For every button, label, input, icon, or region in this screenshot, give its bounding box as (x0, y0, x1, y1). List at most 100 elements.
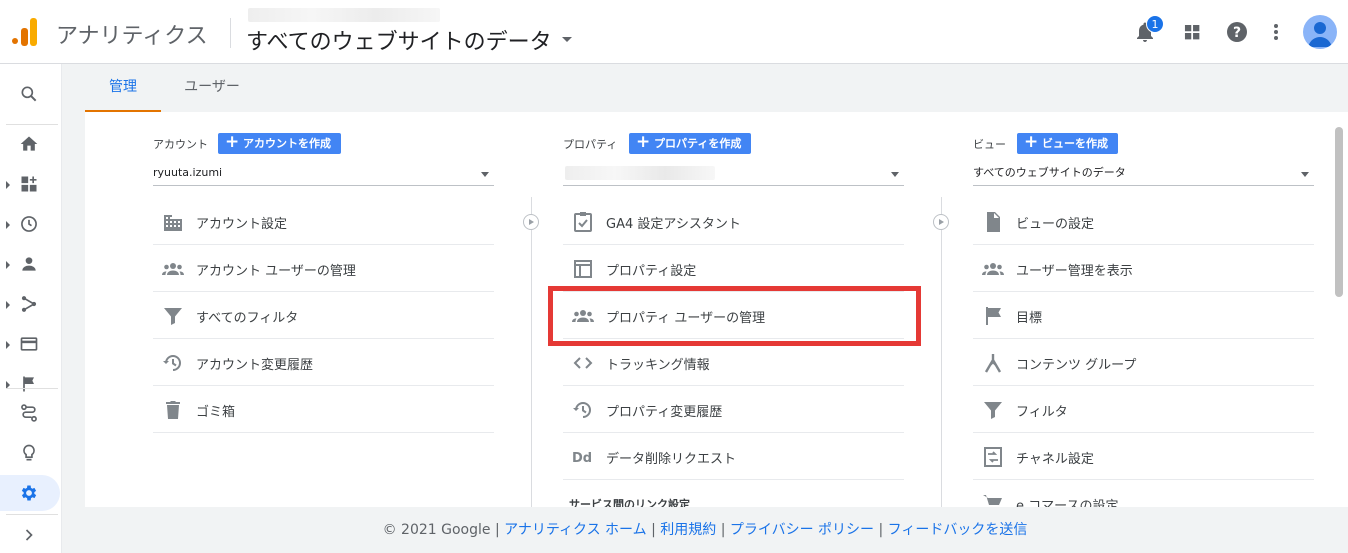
admin-tabs: 管理 ユーザー (62, 64, 1348, 112)
section-title-product-links: サービス間のリンク設定 (569, 498, 690, 507)
menu-item-label: フィルタ (1016, 405, 1068, 420)
arrow-right-icon (933, 214, 949, 230)
account-path-redacted (248, 8, 440, 22)
menu-item-label: ゴミ箱 (196, 405, 236, 420)
menu-item-label: GA4 設定アシスタント (606, 217, 741, 232)
nav-attribution[interactable] (0, 395, 60, 431)
content-group-icon (984, 354, 1002, 373)
ecommerce-settings-item[interactable]: e コマースの設定 (973, 480, 1314, 507)
avatar[interactable] (1303, 15, 1337, 49)
copyright: © 2021 Google (382, 522, 491, 538)
property-settings-item[interactable]: プロパティ設定 (563, 245, 904, 292)
account-user-management-item[interactable]: アカウント ユーザーの管理 (153, 245, 494, 292)
footer-link-feedback[interactable]: フィードバックを送信 (888, 522, 1028, 538)
caret-down-icon (1301, 172, 1309, 177)
menu-item-label: アカウント変更履歴 (196, 358, 314, 373)
view-filters-item[interactable]: フィルタ (973, 386, 1314, 433)
nav-acquisition[interactable] (0, 286, 60, 322)
account-change-history-item[interactable]: アカウント変更履歴 (153, 339, 494, 386)
view-column: ビュー ビューを作成 すべてのウェブサイトのデータ ビューの設定 ユーザー管理を… (973, 112, 1318, 507)
layout-icon (574, 260, 592, 278)
create-account-button[interactable]: アカウントを作成 (218, 132, 341, 154)
nav-realtime[interactable] (0, 206, 60, 242)
app-title[interactable]: アナリティクス (56, 18, 208, 50)
left-nav (0, 64, 62, 553)
view-selector-value: すべてのウェブサイトのデータ (973, 166, 1126, 179)
menu-item-label: データ削除リクエスト (606, 452, 737, 467)
flag-icon (23, 376, 34, 392)
svg-text:?: ? (1233, 25, 1241, 41)
checklist-icon (574, 212, 592, 232)
channel-settings-item[interactable]: チャネル設定 (973, 433, 1314, 480)
footer-link-analytics-home[interactable]: アナリティクス ホーム (504, 522, 647, 538)
trash-icon (166, 401, 180, 419)
nav-discover[interactable] (0, 435, 60, 471)
property-selector[interactable] (563, 162, 904, 186)
apps-grid-icon[interactable] (1180, 20, 1204, 44)
account-selector[interactable]: ryuuta.izumi (153, 162, 494, 186)
footer-link-privacy[interactable]: プライバシー ポリシー (730, 522, 874, 538)
account-menu: アカウント設定 アカウント ユーザーの管理 すべてのフィルタ アカウント変更履歴… (153, 198, 494, 433)
nav-behavior[interactable] (0, 326, 60, 362)
scrollbar[interactable] (1335, 127, 1343, 297)
menu-item-label: プロパティ変更履歴 (606, 405, 723, 420)
tab-user[interactable]: ユーザー (177, 64, 247, 112)
nav-divider (6, 388, 58, 389)
view-user-management-item[interactable]: ユーザー管理を表示 (973, 245, 1314, 292)
users-icon (982, 263, 1004, 275)
menu-item-label: プロパティ設定 (606, 264, 697, 279)
view-settings-item[interactable]: ビューの設定 (973, 198, 1314, 245)
view-selector[interactable]: すべてのウェブサイトのデータ (246, 24, 552, 56)
nav-expand[interactable] (0, 517, 60, 553)
nav-admin[interactable] (0, 475, 60, 511)
nav-divider (6, 124, 58, 125)
tracking-info-item[interactable]: トラッキング情報 (563, 339, 904, 386)
ga4-setup-assistant-item[interactable]: GA4 設定アシスタント (563, 198, 904, 245)
dashboard-add-icon (21, 176, 37, 192)
nav-home[interactable] (0, 126, 60, 162)
channel-icon (984, 447, 1002, 467)
clock-icon (21, 216, 37, 232)
footer-link-terms[interactable]: 利用規約 (660, 522, 716, 538)
route-icon (21, 404, 37, 422)
menu-item-label: トラッキング情報 (606, 358, 710, 373)
menu-item-label: コンテンツ グループ (1016, 358, 1137, 373)
code-icon (573, 357, 593, 369)
nav-audience[interactable] (0, 246, 60, 282)
view-selector[interactable]: すべてのウェブサイトのデータ (973, 162, 1314, 186)
more-vert-icon[interactable] (1264, 20, 1288, 44)
dd-icon: Dd (572, 451, 592, 466)
menu-item-label: 目標 (1016, 311, 1043, 326)
notification-badge: 1 (1146, 15, 1164, 33)
document-icon (987, 212, 1000, 232)
nav-search[interactable] (0, 76, 60, 112)
caret-down-icon (891, 172, 899, 177)
content-grouping-item[interactable]: コンテンツ グループ (973, 339, 1314, 386)
svg-text:Dd: Dd (572, 451, 592, 466)
create-property-button[interactable]: プロパティを作成 (629, 132, 752, 154)
all-filters-item[interactable]: すべてのフィルタ (153, 292, 494, 339)
account-settings-item[interactable]: アカウント設定 (153, 198, 494, 245)
arrow-right-icon (523, 214, 539, 230)
caret-down-icon (481, 172, 489, 177)
nav-customization[interactable] (0, 166, 60, 202)
header-divider (230, 18, 231, 48)
menu-item-label: アカウント ユーザーの管理 (196, 264, 356, 279)
property-change-history-item[interactable]: プロパティ変更履歴 (563, 386, 904, 433)
property-selector-redacted (565, 166, 715, 180)
history-icon (573, 402, 591, 418)
trash-item[interactable]: ゴミ箱 (153, 386, 494, 433)
menu-item-label: すべてのフィルタ (196, 311, 299, 326)
goals-item[interactable]: 目標 (973, 292, 1314, 339)
tab-admin[interactable]: 管理 (85, 64, 161, 112)
view-column-label: ビュー (973, 138, 1006, 151)
analytics-logo-icon[interactable] (12, 18, 38, 46)
help-icon[interactable]: ? (1225, 20, 1249, 44)
data-deletion-request-item[interactable]: Dd データ削除リクエスト (563, 433, 904, 480)
caret-down-icon[interactable] (562, 37, 572, 42)
account-selector-value: ryuuta.izumi (153, 166, 223, 179)
create-view-button[interactable]: ビューを作成 (1017, 132, 1118, 154)
person-icon (22, 257, 36, 271)
footer: © 2021 Google | アナリティクス ホーム | 利用規約 | プライ… (382, 522, 1028, 538)
top-app-bar: アナリティクス すべてのウェブサイトのデータ 1 ? (0, 0, 1348, 64)
